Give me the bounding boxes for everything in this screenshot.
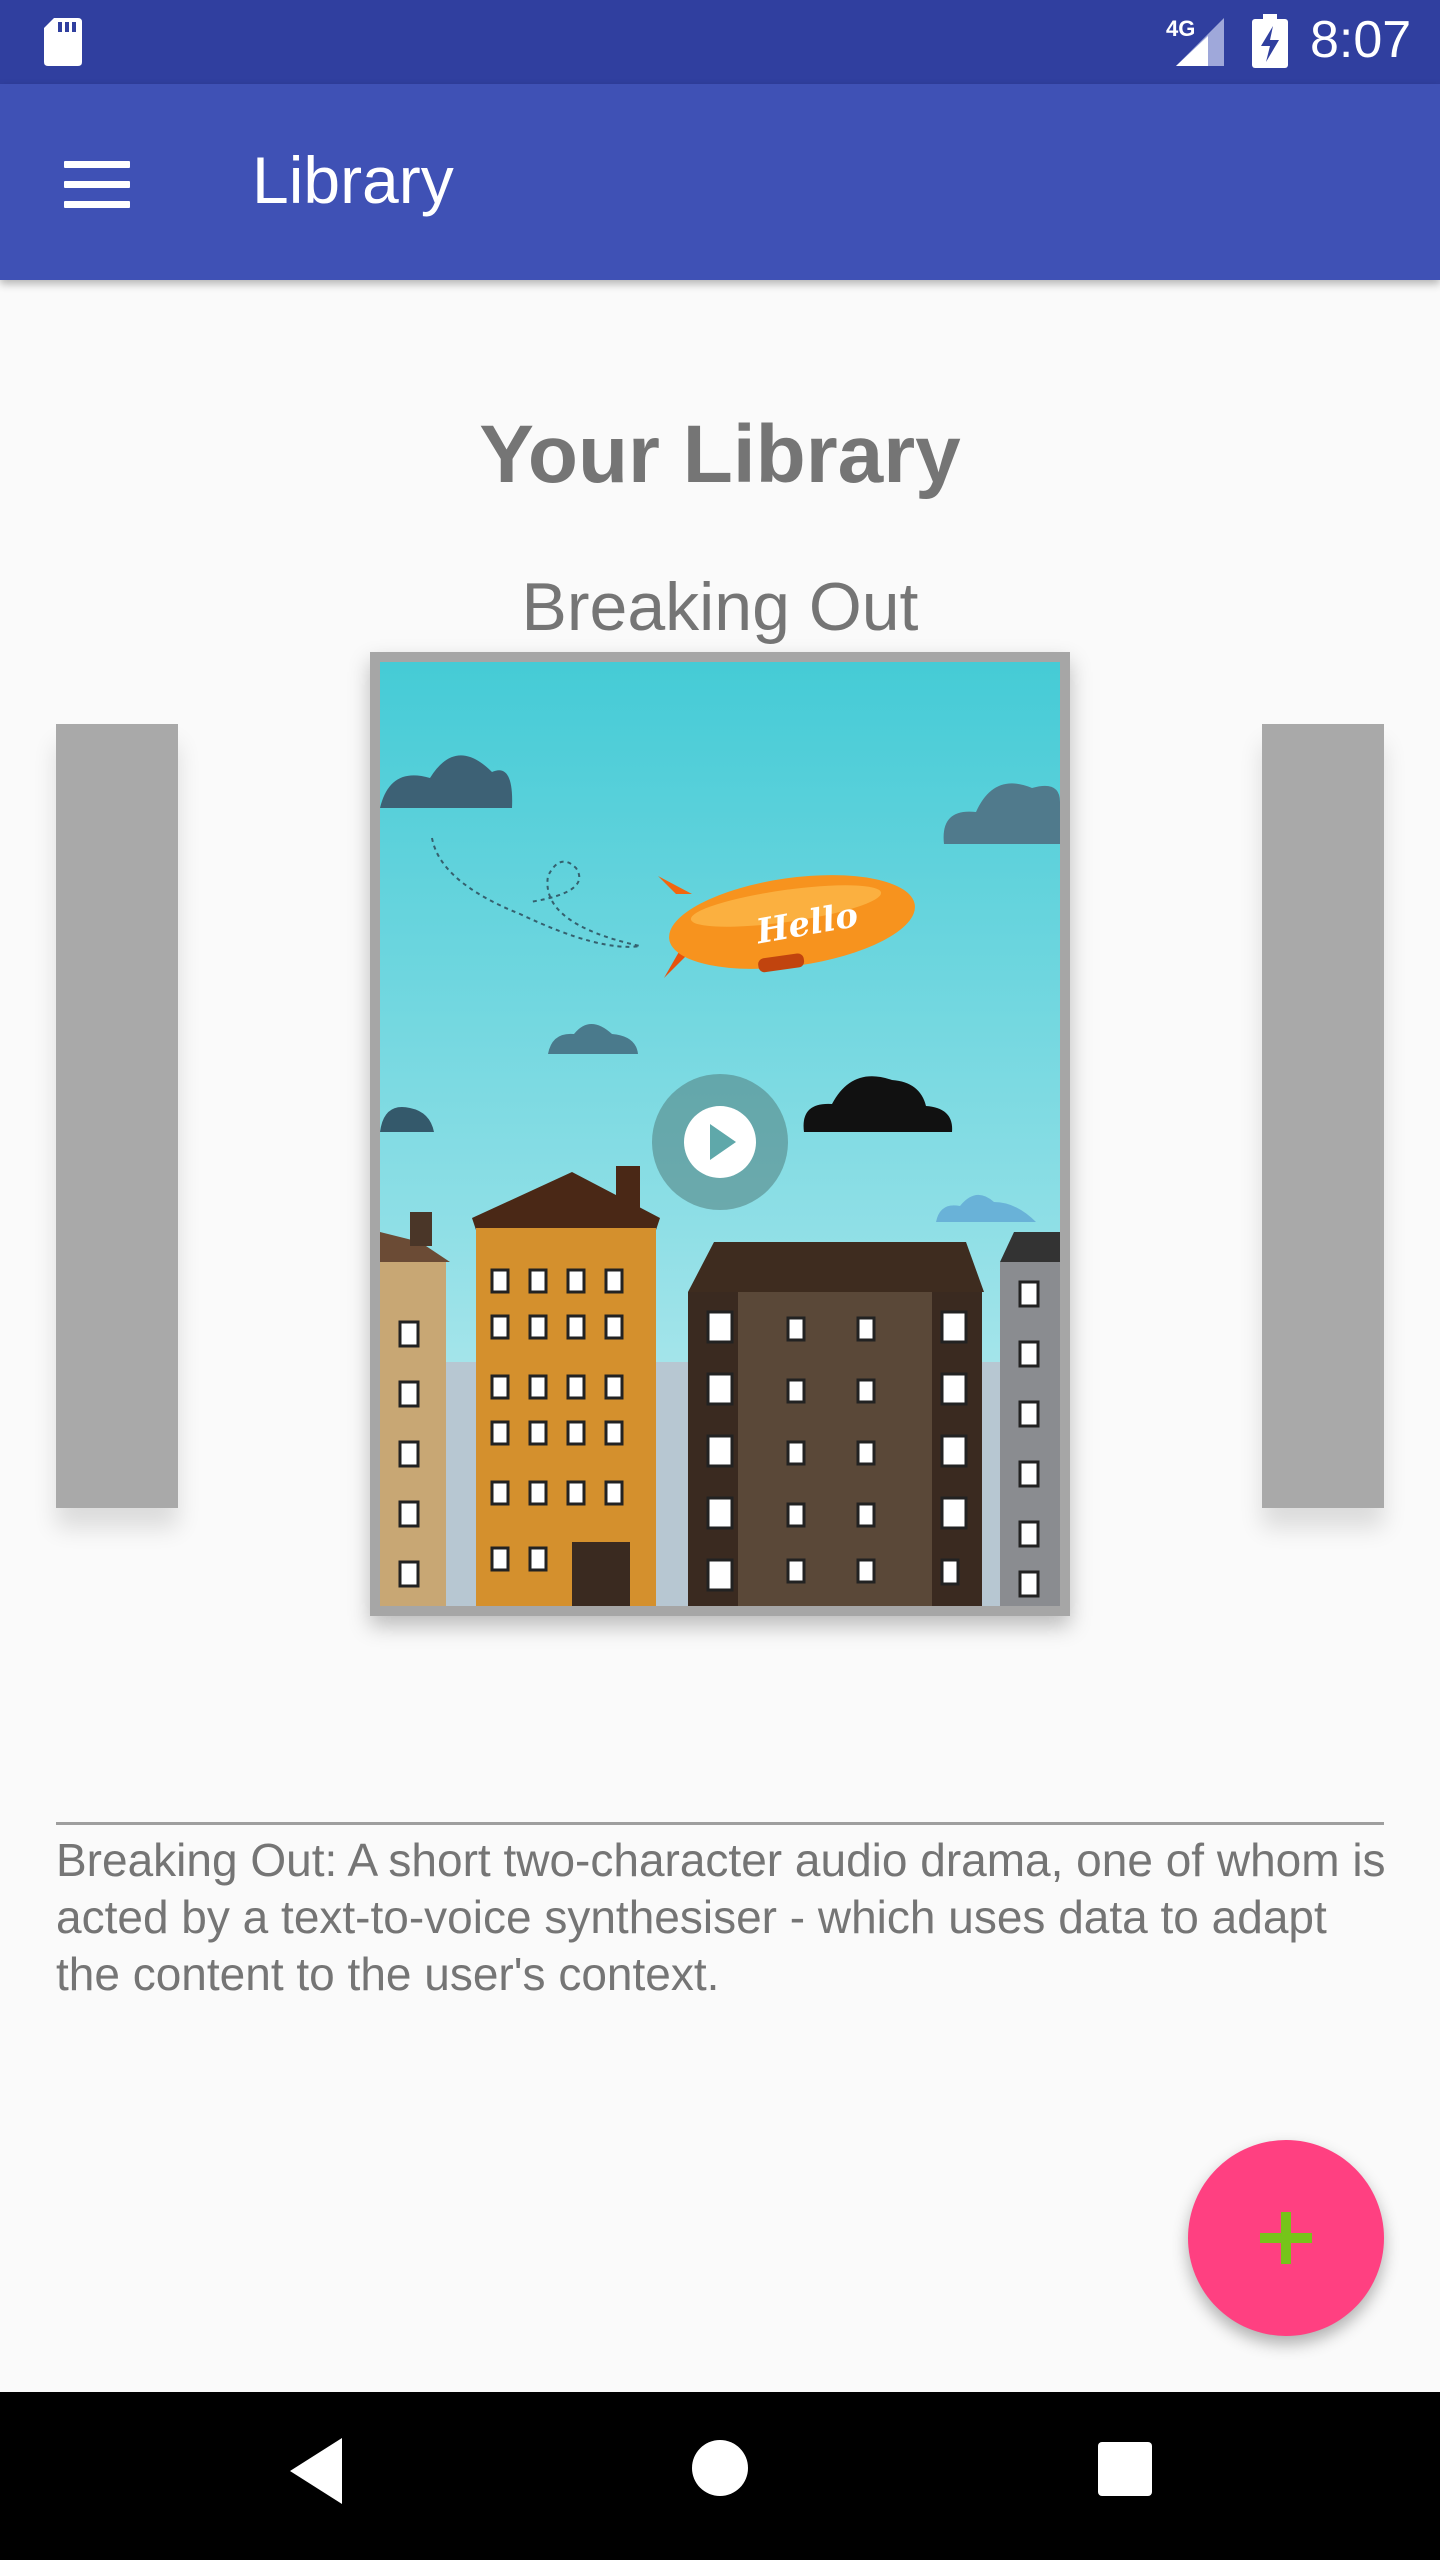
network-type-label: 4G (1166, 16, 1196, 41)
previous-book-card[interactable] (56, 724, 178, 1508)
book-title: Breaking Out (521, 569, 919, 645)
app-bar: Library (0, 84, 1440, 280)
app-bar-title: Library (252, 143, 454, 217)
add-book-button[interactable] (1188, 2140, 1384, 2336)
description-divider (56, 1822, 1384, 1825)
status-clock: 8:07 (1310, 11, 1412, 69)
back-icon[interactable] (286, 2436, 346, 2506)
page-heading: Your Library (479, 409, 961, 500)
status-bar: 4G 8:07 (0, 0, 1440, 84)
sd-card-icon (44, 18, 82, 66)
next-book-card[interactable] (1262, 724, 1384, 1508)
recents-icon[interactable] (1098, 2442, 1152, 2496)
battery-charging-icon (1252, 14, 1288, 68)
home-icon[interactable] (692, 2440, 748, 2496)
play-icon (684, 1106, 756, 1178)
book-description: Breaking Out: A short two-character audi… (56, 1834, 1386, 2000)
hamburger-menu-icon[interactable] (50, 144, 146, 224)
play-button[interactable] (652, 1074, 788, 1210)
system-nav-bar (0, 2392, 1440, 2560)
